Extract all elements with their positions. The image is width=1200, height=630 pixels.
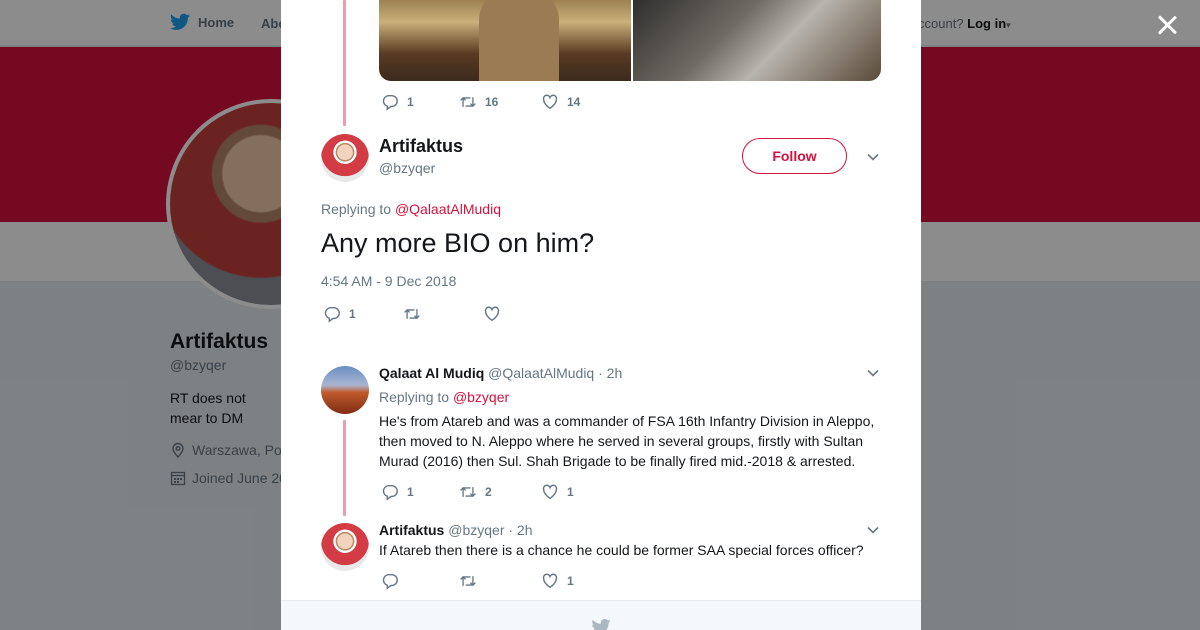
tweet-timestamp[interactable]: 4:54 AM - 9 Dec 2018	[321, 273, 456, 289]
reply-icon	[382, 94, 398, 111]
reply-icon	[324, 306, 340, 323]
follow-button[interactable]: Follow	[742, 138, 847, 174]
reply-button[interactable]: 1	[381, 93, 459, 111]
tweet-modal: 1 16 14 Artifaktus @bzyqer Follow Replyi…	[281, 0, 921, 630]
reply-author-avatar[interactable]	[321, 366, 369, 414]
replying-to-line: Replying to @QalaatAlMudiq	[321, 201, 501, 217]
replying-to-link[interactable]: @QalaatAlMudiq	[395, 201, 501, 217]
thread-connector-line	[343, 420, 346, 516]
reply-time[interactable]: · 2h	[508, 522, 532, 538]
reply-actions: 1 2 1	[381, 483, 574, 501]
reply-icon	[382, 484, 398, 501]
retweet-button[interactable]	[459, 572, 541, 590]
retweet-button[interactable]: 2	[459, 483, 541, 501]
reply-button[interactable]	[381, 572, 459, 590]
modal-footer	[281, 600, 921, 630]
retweet-icon	[460, 486, 476, 498]
author-avatar[interactable]	[321, 134, 369, 182]
reply-author-name[interactable]: Artifaktus	[379, 522, 444, 538]
tweet-photo-2[interactable]	[633, 0, 881, 81]
close-icon[interactable]	[1154, 12, 1180, 38]
reply-author-name[interactable]: Qalaat Al Mudiq	[379, 365, 484, 381]
reply-count: 1	[407, 95, 414, 109]
author-name[interactable]: Artifaktus	[379, 136, 463, 157]
author-handle[interactable]: @bzyqer	[379, 160, 435, 176]
reply-header: Artifaktus @bzyqer · 2h	[379, 522, 533, 538]
like-count: 1	[567, 485, 574, 499]
twitter-bird-icon	[592, 619, 611, 630]
heart-icon	[542, 94, 558, 110]
reply-author-avatar[interactable]	[321, 523, 369, 571]
thread-connector-line	[343, 0, 346, 126]
heart-icon	[484, 306, 500, 322]
reply-author-handle[interactable]: @QalaatAlMudiq	[488, 365, 594, 381]
heart-icon	[542, 484, 558, 500]
retweet-icon	[404, 308, 420, 320]
chevron-down-icon[interactable]	[866, 523, 880, 537]
tweet-photo-1[interactable]	[379, 0, 631, 81]
retweet-count: 2	[485, 485, 492, 499]
retweet-button[interactable]: 16	[459, 93, 541, 111]
like-button[interactable]	[483, 305, 501, 323]
reply-text: If Atareb then there is a chance he coul…	[379, 542, 864, 558]
like-count: 1	[567, 574, 574, 588]
replying-prefix: Replying to	[379, 389, 450, 405]
reply-count: 1	[407, 485, 414, 499]
replying-prefix: Replying to	[321, 201, 392, 217]
prev-tweet-actions: 1 16 14	[381, 93, 580, 111]
replying-to-line: Replying to @bzyqer	[379, 389, 509, 405]
chevron-down-icon[interactable]	[866, 150, 880, 164]
reply-actions: 1	[381, 572, 574, 590]
reply-count: 1	[349, 307, 356, 321]
reply-text: He's from Atareb and was a commander of …	[379, 413, 875, 469]
main-tweet-actions: 1	[323, 305, 501, 323]
reply-author-handle[interactable]: @bzyqer	[448, 522, 504, 538]
retweet-count: 16	[485, 95, 499, 109]
reply-button[interactable]: 1	[381, 483, 459, 501]
reply-icon	[382, 573, 398, 590]
reply-button[interactable]: 1	[323, 305, 403, 323]
chevron-down-icon[interactable]	[866, 366, 880, 380]
like-count: 14	[567, 95, 581, 109]
heart-icon	[542, 573, 558, 589]
like-button[interactable]: 14	[541, 93, 580, 111]
reply-header: Qalaat Al Mudiq @QalaatAlMudiq · 2h	[379, 365, 622, 381]
retweet-button[interactable]	[403, 305, 483, 323]
like-button[interactable]: 1	[541, 572, 574, 590]
retweet-icon	[460, 96, 476, 108]
retweet-icon	[460, 575, 476, 587]
replying-to-link[interactable]: @bzyqer	[453, 389, 509, 405]
like-button[interactable]: 1	[541, 483, 574, 501]
reply-time[interactable]: · 2h	[598, 365, 622, 381]
tweet-text: Any more BIO on him?	[321, 228, 595, 258]
